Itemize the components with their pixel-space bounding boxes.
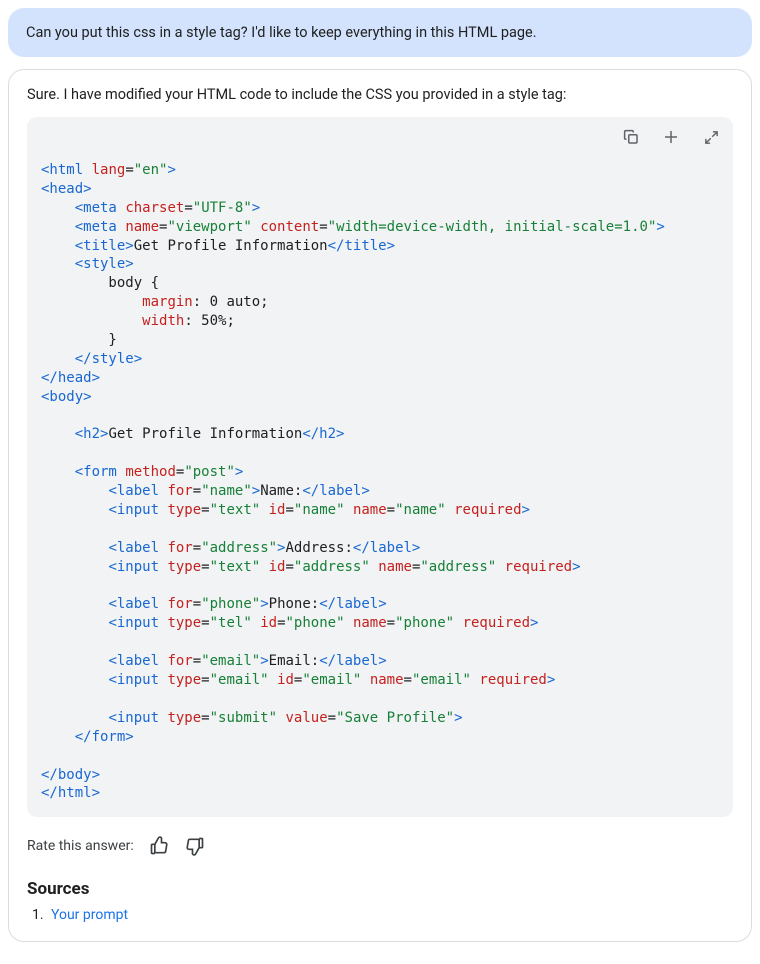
assistant-intro-text: Sure. I have modified your HTML code to … [27, 86, 733, 103]
sources-heading: Sources [27, 879, 733, 899]
expand-icon[interactable] [701, 127, 721, 147]
code-title-text: Get Profile Information [134, 238, 328, 254]
label-email: Email: [269, 653, 320, 669]
label-address: Address: [285, 540, 352, 556]
user-message-bubble: Can you put this css in a style tag? I'd… [8, 8, 752, 57]
user-message-text: Can you put this css in a style tag? I'd… [26, 24, 537, 41]
label-name: Name: [260, 483, 302, 499]
label-phone: Phone: [269, 596, 320, 612]
source-link[interactable]: Your prompt [51, 907, 128, 923]
source-item: Your prompt [47, 907, 733, 923]
thumbs-up-icon[interactable] [148, 835, 170, 857]
css-margin-val: 0 auto [210, 294, 261, 310]
sources-list: Your prompt [47, 907, 733, 923]
code-toolbar [621, 127, 721, 147]
copy-icon[interactable] [621, 127, 641, 147]
css-width-val: 50% [201, 313, 226, 329]
assistant-answer-card: Sure. I have modified your HTML code to … [8, 69, 752, 942]
plus-icon[interactable] [661, 127, 681, 147]
rate-label: Rate this answer: [27, 838, 134, 854]
rate-answer-row: Rate this answer: [27, 835, 733, 857]
code-content: <html lang="en"> <head> <meta charset="U… [41, 161, 719, 803]
submit-value: Save Profile [345, 710, 446, 726]
code-block: <html lang="en"> <head> <meta charset="U… [27, 117, 733, 817]
code-h2-text: Get Profile Information [108, 426, 302, 442]
thumbs-down-icon[interactable] [184, 835, 206, 857]
